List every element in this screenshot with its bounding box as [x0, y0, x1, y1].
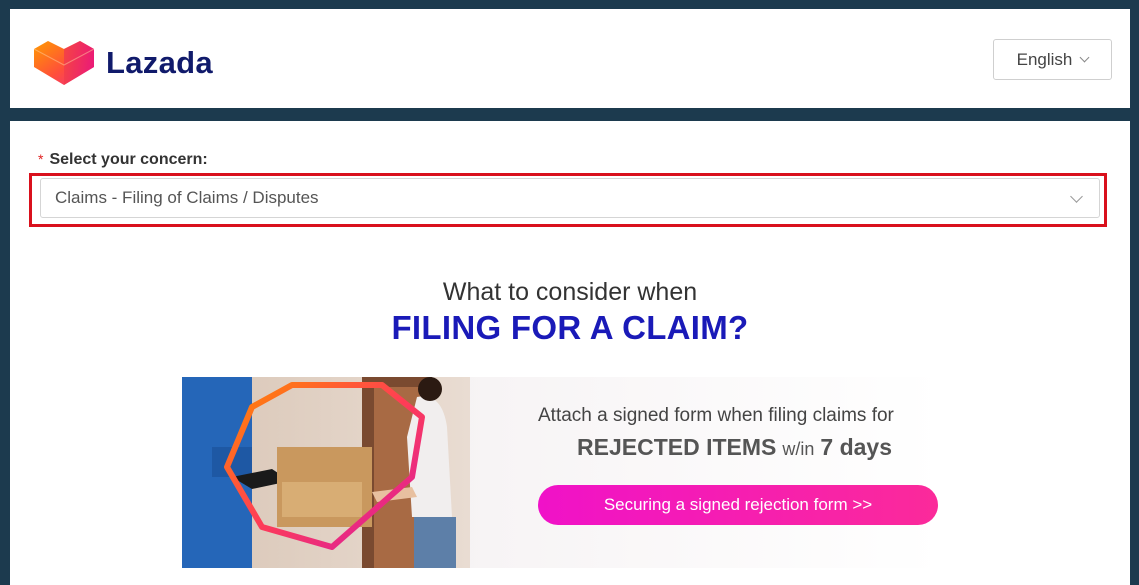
main-content: * Select your concern: Claims - Filing of…	[10, 121, 1130, 585]
within-text: w/in	[782, 439, 815, 459]
lazada-logo[interactable]: Lazada	[32, 37, 213, 89]
banner-instruction: Attach a signed form when filing claims …	[538, 405, 894, 426]
claim-banner: Attach a signed form when filing claims …	[182, 377, 942, 568]
days-text: 7 days	[820, 434, 892, 460]
language-select[interactable]: English	[993, 39, 1112, 80]
required-asterisk: *	[38, 151, 44, 167]
rejection-form-button[interactable]: Securing a signed rejection form >>	[538, 485, 938, 525]
language-selected-value: English	[1016, 49, 1073, 69]
headline-subtitle: What to consider when	[442, 278, 698, 306]
lazada-heart-icon	[33, 41, 95, 85]
concern-label: * Select your concern:	[38, 151, 208, 169]
concern-select[interactable]: Claims - Filing of Claims / Disputes	[40, 178, 1100, 218]
chevron-down-icon	[1070, 190, 1083, 203]
concern-label-text: Select your concern:	[49, 151, 208, 168]
banner-deadline: REJECTED ITEMS w/in 7 days	[577, 434, 892, 461]
concern-selected-value: Claims - Filing of Claims / Disputes	[55, 188, 319, 207]
delivery-photo	[182, 377, 470, 568]
rejected-items-text: REJECTED ITEMS	[577, 434, 777, 460]
header: Lazada English	[10, 9, 1130, 108]
headline-title: FILING FOR A CLAIM?	[391, 309, 749, 346]
brand-name: Lazada	[106, 45, 213, 80]
chevron-down-icon	[1079, 52, 1090, 63]
